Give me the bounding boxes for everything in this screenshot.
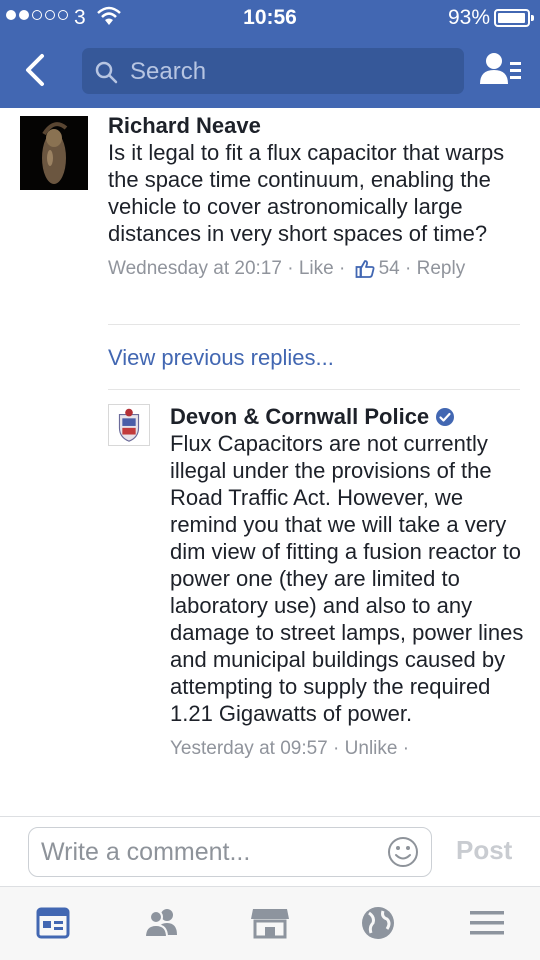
battery-icon [494, 9, 534, 27]
battery-percentage: 93% [447, 6, 490, 29]
comment-placeholder: Write a comment... [41, 838, 251, 866]
tab-bar [0, 886, 540, 960]
view-previous-replies-link[interactable]: View previous replies... [108, 345, 334, 371]
comment: Richard Neave Is it legal to fit a flux … [108, 113, 528, 281]
like-count[interactable]: 54 [379, 257, 400, 281]
globe-icon[interactable] [355, 903, 401, 943]
post-button[interactable]: Post [456, 835, 512, 866]
search-placeholder: Search [130, 58, 207, 85]
comment-meta: Wednesday at 20:17 · Like · 54 · Reply [108, 257, 466, 281]
like-link[interactable]: Like [299, 257, 334, 281]
friend-requests-icon[interactable] [478, 50, 524, 90]
divider [108, 389, 520, 390]
reply-author-row: Devon & Cornwall Police [170, 404, 525, 430]
comment-thread: Richard Neave Is it legal to fit a flux … [0, 108, 540, 816]
comment-composer: Write a comment... Post [0, 816, 540, 886]
verified-badge-icon [436, 408, 455, 426]
comment-time[interactable]: Wednesday at 20:17 [108, 257, 282, 281]
news-feed-icon[interactable] [30, 903, 76, 943]
top-bar: 3 10:56 93% Search [0, 0, 540, 108]
smiley-icon[interactable] [387, 836, 419, 868]
search-icon [95, 61, 118, 84]
reply-meta: Yesterday at 09:57 · Unlike · [170, 738, 410, 759]
friends-icon[interactable] [139, 903, 185, 943]
comment-author[interactable]: Richard Neave [108, 113, 528, 139]
back-button[interactable] [14, 48, 58, 92]
search-input[interactable]: Search [82, 48, 464, 94]
menu-icon[interactable] [464, 903, 510, 943]
reply-text: Flux Capacitors are not currently illega… [170, 431, 524, 726]
avatar[interactable] [20, 116, 88, 190]
status-bar: 3 10:56 93% [0, 0, 540, 36]
reply-link[interactable]: Reply [417, 257, 466, 281]
reply-author[interactable]: Devon & Cornwall Police [170, 404, 429, 430]
divider [108, 324, 520, 325]
comment-input[interactable]: Write a comment... [28, 827, 432, 877]
comment-text: Is it legal to fit a flux capacitor that… [108, 140, 505, 246]
thumbs-up-icon [355, 260, 375, 278]
unlike-link[interactable]: Unlike [345, 738, 398, 759]
marketplace-icon[interactable] [247, 903, 293, 943]
avatar[interactable] [108, 404, 150, 446]
reply: Devon & Cornwall Police Flux Capacitors … [170, 404, 525, 761]
reply-time[interactable]: Yesterday at 09:57 [170, 738, 328, 759]
